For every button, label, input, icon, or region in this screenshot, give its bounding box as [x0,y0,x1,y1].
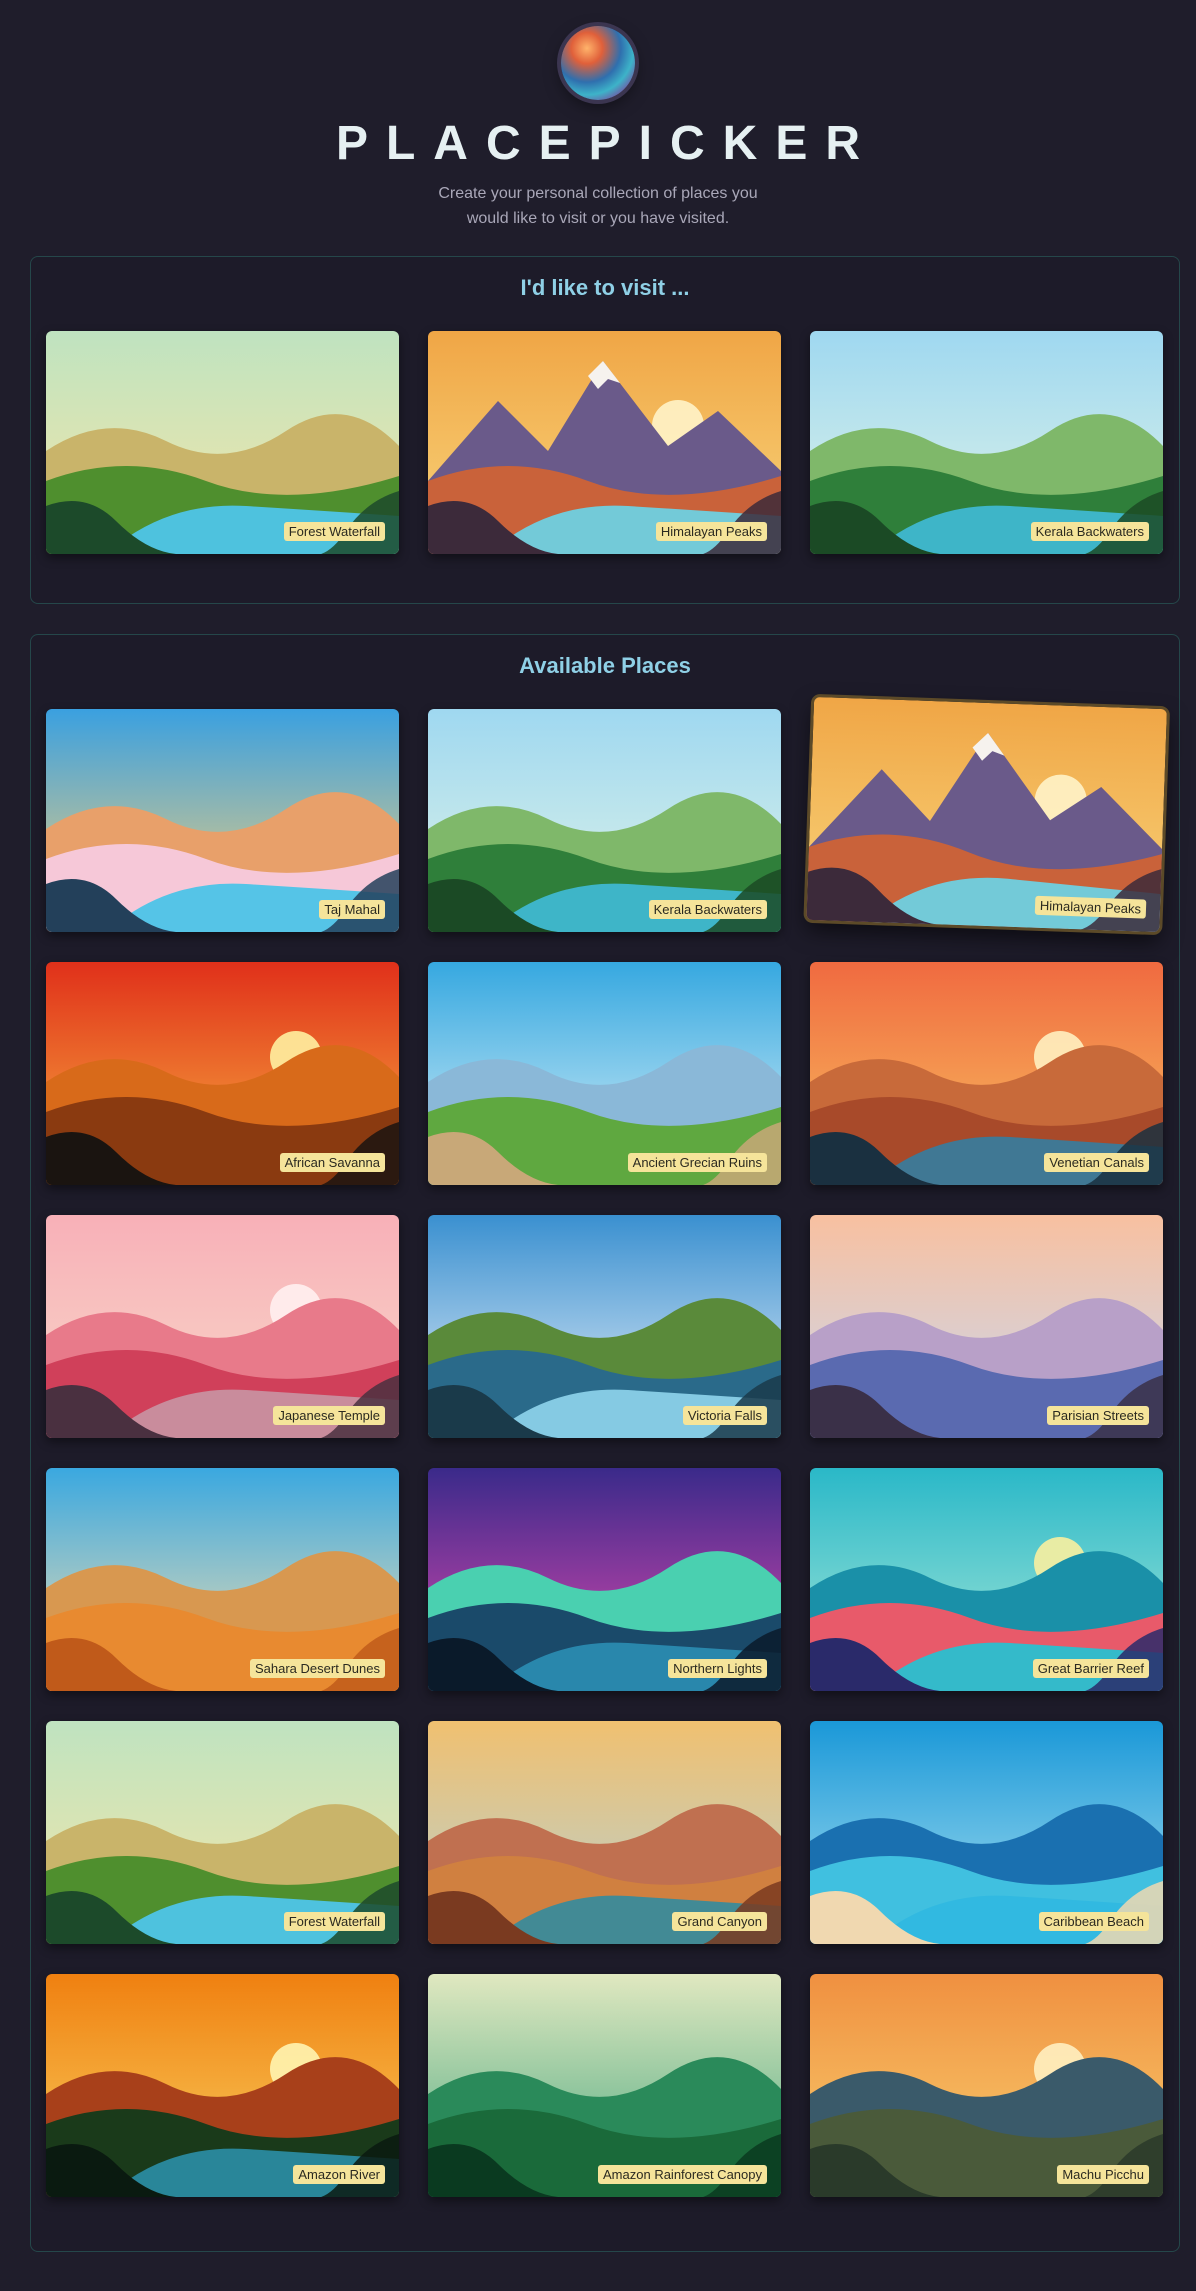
place-image [428,709,781,932]
app-description: Create your personal collection of place… [438,185,758,227]
place-image [46,709,399,932]
place-title: Kerala Backwaters [1030,522,1149,541]
place-card-parisian-streets[interactable]: Parisian Streets [810,1215,1163,1438]
place-image [428,1974,781,2197]
place-card-caribbean-beach[interactable]: Caribbean Beach [810,1721,1163,1944]
place-image [810,962,1163,1185]
place-title: Himalayan Peaks [1034,895,1147,919]
place-title: Taj Mahal [319,900,385,919]
place-card-northern-lights[interactable]: Northern Lights [428,1468,781,1691]
place-card-sahara-desert-dunes[interactable]: Sahara Desert Dunes [46,1468,399,1691]
place-card-forest-waterfall[interactable]: Forest Waterfall [46,331,399,554]
place-card-taj-mahal[interactable]: Taj Mahal [46,709,399,932]
place-card-forest-waterfall[interactable]: Forest Waterfall [46,1721,399,1944]
place-title: Forest Waterfall [283,522,385,541]
place-card-victoria-falls[interactable]: Victoria Falls [428,1215,781,1438]
place-image [46,1215,399,1438]
place-title: Amazon River [293,2165,385,2184]
place-card-grand-canyon[interactable]: Grand Canyon [428,1721,781,1944]
place-title: Amazon Rainforest Canopy [598,2165,767,2184]
place-title: Caribbean Beach [1038,1912,1149,1931]
place-image [46,962,399,1185]
place-title: African Savanna [279,1153,385,1172]
place-title: Japanese Temple [273,1406,385,1425]
place-title: Sahara Desert Dunes [249,1659,385,1678]
place-title: Northern Lights [668,1659,767,1678]
place-card-kerala-backwaters[interactable]: Kerala Backwaters [810,331,1163,554]
place-card-japanese-temple[interactable]: Japanese Temple [46,1215,399,1438]
place-card-african-savanna[interactable]: African Savanna [46,962,399,1185]
place-card-great-barrier-reef[interactable]: Great Barrier Reef [810,1468,1163,1691]
place-title: Great Barrier Reef [1032,1659,1149,1678]
selected-places-grid: Forest Waterfall Himalayan Peaks Kerala Ba… [46,331,1179,554]
place-title: Forest Waterfall [283,1912,385,1931]
place-image [46,1974,399,2197]
place-image [810,1468,1163,1691]
place-card-venetian-canals[interactable]: Venetian Canals [810,962,1163,1185]
place-title: Himalayan Peaks [655,522,767,541]
selected-places-section: I'd like to visit ... Forest Waterfall Hi… [30,256,1180,604]
available-places-grid: Taj Mahal Kerala Backwaters Himalayan Peak… [46,696,1179,2197]
place-image [428,1468,781,1691]
place-image [46,1721,399,1944]
place-image [428,962,781,1185]
place-card-amazon-river[interactable]: Amazon River [46,1974,399,2197]
place-title: Parisian Streets [1047,1406,1149,1425]
place-title: Machu Picchu [1057,2165,1149,2184]
place-image [810,1215,1163,1438]
place-image [46,1468,399,1691]
place-card-ancient-grecian-ruins[interactable]: Ancient Grecian Ruins [428,962,781,1185]
place-title: Ancient Grecian Ruins [627,1153,767,1172]
place-image [428,1215,781,1438]
place-image [46,331,399,554]
place-card-machu-picchu[interactable]: Machu Picchu [810,1974,1163,2197]
place-image [806,696,1167,933]
available-places-section: Available Places Taj Mahal Kerala Backwat… [30,634,1180,2252]
place-image [428,1721,781,1944]
app-title: PLACEPICKER [335,117,879,170]
section-title: Available Places [519,653,691,678]
place-title: Victoria Falls [682,1406,767,1425]
place-image [810,1721,1163,1944]
place-card-amazon-rainforest-canopy[interactable]: Amazon Rainforest Canopy [428,1974,781,2197]
place-card-himalayan-peaks[interactable]: Himalayan Peaks [428,331,781,554]
place-image [810,331,1163,554]
section-title: I'd like to visit ... [520,275,690,300]
place-image [810,1974,1163,2197]
page-header: PLACEPICKER Create your personal collect… [0,0,1196,231]
place-title: Venetian Canals [1044,1153,1149,1172]
globe-icon [561,26,635,100]
place-card-kerala-backwaters[interactable]: Kerala Backwaters [428,709,781,932]
place-title: Grand Canyon [672,1912,767,1931]
place-title: Kerala Backwaters [648,900,767,919]
place-image [428,331,781,554]
place-card-himalayan-peaks[interactable]: Himalayan Peaks [806,696,1167,933]
